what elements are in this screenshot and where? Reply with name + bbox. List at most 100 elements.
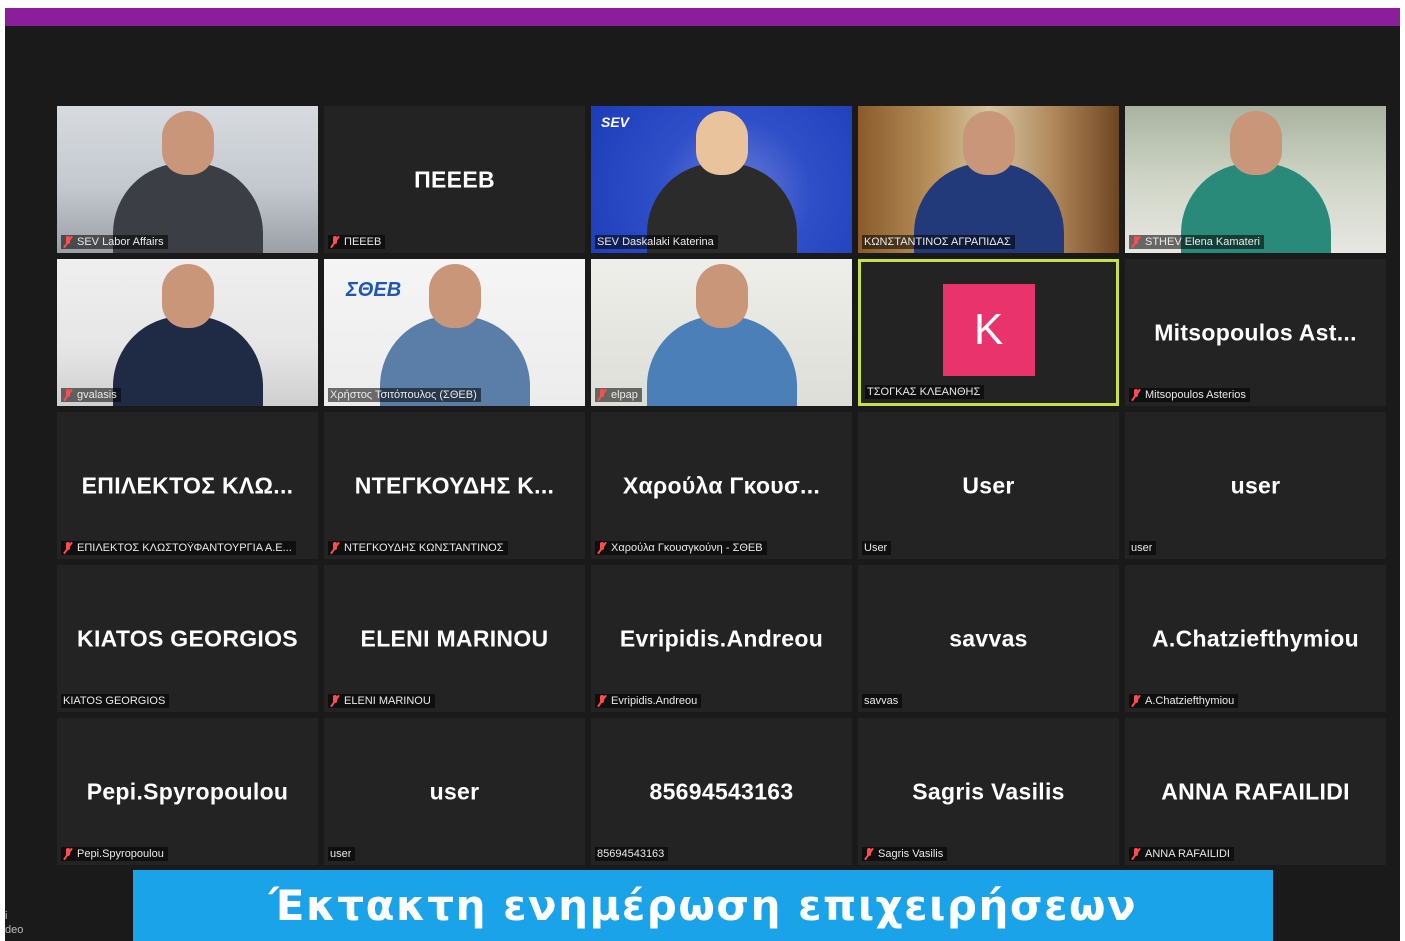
participant-name-label: Evripidis.Andreou <box>595 694 702 708</box>
participant-display-name: Evripidis.Andreou <box>619 625 824 651</box>
participant-name-label: user <box>328 847 356 861</box>
caption-banner: Έκτακτη ενημέρωση επιχειρήσεων <box>133 870 1273 941</box>
participant-display-name: user <box>1230 472 1281 498</box>
participant-name: Χαρούλα Γκουσγκούνη - ΣΘΕΒ <box>611 542 763 554</box>
participant-display-name: ΕΠΙΛΕΚΤΟΣ ΚΛΩ... <box>81 472 294 498</box>
participant-name: Evripidis.Andreou <box>611 695 698 707</box>
participant-tile[interactable]: elpap <box>591 259 852 406</box>
side-text-line-1: i <box>5 910 8 922</box>
participant-tile[interactable]: user user <box>1125 412 1386 559</box>
participant-video: ΣΘΕΒ <box>324 259 585 406</box>
participant-name: user <box>330 848 352 860</box>
mic-muted-icon <box>63 848 73 860</box>
participant-display-name: Sagris Vasilis <box>912 778 1065 804</box>
participant-tile[interactable]: User User <box>858 412 1119 559</box>
mic-muted-icon <box>63 389 73 401</box>
participant-name: ΚΩΝΣΤΑΝΤΙΝΟΣ ΑΓΡΑΠΙΔΑΣ <box>864 236 1011 248</box>
avatar: K <box>942 284 1035 376</box>
mic-muted-icon <box>1131 848 1141 860</box>
participant-name-label: Sagris Vasilis <box>862 847 948 861</box>
mic-muted-icon <box>330 236 340 248</box>
participant-name: KIATOS GEORGIOS <box>63 695 166 707</box>
participant-display-name: A.Chatziefthymiou <box>1152 625 1359 651</box>
participant-name-label: ΝΤΕΓΚΟΥΔΗΣ ΚΩΝΣΤΑΝΤΙΝΟΣ <box>328 541 508 555</box>
participant-name: user <box>1131 542 1153 554</box>
participant-name-label: User <box>862 541 892 555</box>
participant-display-name: ΝΤΕΓΚΟΥΔΗΣ Κ... <box>354 472 555 498</box>
participant-name-label: STHEV Elena Kamateri <box>1129 235 1264 249</box>
person-head <box>428 264 481 328</box>
participant-tile[interactable]: savvas savvas <box>858 565 1119 712</box>
mic-muted-icon <box>330 542 340 554</box>
participant-name: Mitsopoulos Asterios <box>1145 389 1246 401</box>
participant-tile[interactable]: ΚΩΝΣΤΑΝΤΙΝΟΣ ΑΓΡΑΠΙΔΑΣ <box>858 106 1119 253</box>
participant-tile[interactable]: STHEV Elena Kamateri <box>1125 106 1386 253</box>
person-silhouette <box>646 316 797 406</box>
participant-name-label: user <box>1129 541 1157 555</box>
participant-name: ΠΕΕΕΒ <box>344 236 382 248</box>
participant-tile[interactable]: Mitsopoulos Ast... Mitsopoulos Asterios <box>1125 259 1386 406</box>
participant-tile[interactable]: user user <box>324 718 585 865</box>
participant-video <box>57 106 318 253</box>
participant-name: elpap <box>611 389 638 401</box>
participant-tile[interactable]: ELENI MARINOU ELENI MARINOU <box>324 565 585 712</box>
participant-name: User <box>864 542 888 554</box>
participant-tile[interactable]: Pepi.Spyropoulou Pepi.Spyropoulou <box>57 718 318 865</box>
participant-name-label: ΤΣΟΓΚΑΣ ΚΛΕΑΝΘΗΣ <box>865 385 985 399</box>
person-silhouette <box>112 316 263 406</box>
participant-tile[interactable]: KIATOS GEORGIOS KIATOS GEORGIOS <box>57 565 318 712</box>
participant-name: STHEV Elena Kamateri <box>1145 236 1260 248</box>
participant-display-name: user <box>429 778 480 804</box>
participant-tile[interactable]: ΠΕΕΕΒ ΠΕΕΕΒ <box>324 106 585 253</box>
participant-tile[interactable]: ANNA RAFAILIDI ANNA RAFAILIDI <box>1125 718 1386 865</box>
participant-name-label: SEV Daskalaki Katerina <box>595 235 718 249</box>
participant-name-label: Χρήστος Τσιτόπουλος (ΣΘΕΒ) <box>328 388 481 402</box>
person-head <box>695 111 748 175</box>
participant-tile[interactable]: Χαρούλα Γκουσ... Χαρούλα Γκουσγκούνη - ΣΘ… <box>591 412 852 559</box>
participant-name: gvalasis <box>77 389 117 401</box>
participant-name-label: ELENI MARINOU <box>328 694 435 708</box>
participant-display-name: ELENI MARINOU <box>360 625 549 651</box>
participant-name-label: Χαρούλα Γκουσγκούνη - ΣΘΕΒ <box>595 541 767 555</box>
participant-display-name: User <box>962 472 1015 498</box>
participant-name: 85694543163 <box>597 848 665 860</box>
mic-muted-icon <box>1131 389 1141 401</box>
participant-tile[interactable]: gvalasis <box>57 259 318 406</box>
gallery-grid: SEV Labor Affairs ΠΕΕΕΒ ΠΕΕΕΒ SEV SEV Daskal… <box>57 106 1389 865</box>
participant-name: ΝΤΕΓΚΟΥΔΗΣ ΚΩΝΣΤΑΝΤΙΝΟΣ <box>344 542 504 554</box>
side-text-line-2: deo <box>5 924 24 936</box>
participant-name: ELENI MARINOU <box>344 695 431 707</box>
mic-muted-icon <box>597 389 607 401</box>
participant-name-label: savvas <box>862 694 903 708</box>
participant-tile[interactable]: SEV SEV Daskalaki Katerina <box>591 106 852 253</box>
participant-tile[interactable]: SEV Labor Affairs <box>57 106 318 253</box>
participant-tile[interactable]: K ΤΣΟΓΚΑΣ ΚΛΕΑΝΘΗΣ <box>858 259 1119 406</box>
participant-name-label: 85694543163 <box>595 847 669 861</box>
participant-name-label: Mitsopoulos Asterios <box>1129 388 1250 402</box>
participant-name: Χρήστος Τσιτόπουλος (ΣΘΕΒ) <box>330 389 477 401</box>
side-controls-text: i deo <box>5 909 23 937</box>
participant-video: SEV <box>591 106 852 253</box>
participant-name: A.Chatziefthymiou <box>1145 695 1235 707</box>
participant-tile[interactable]: 85694543163 85694543163 <box>591 718 852 865</box>
participant-display-name: ANNA RAFAILIDI <box>1161 778 1350 804</box>
person-head <box>161 264 214 328</box>
participant-tile[interactable]: A.Chatziefthymiou A.Chatziefthymiou <box>1125 565 1386 712</box>
participant-name-label: ΚΩΝΣΤΑΝΤΙΝΟΣ ΑΓΡΑΠΙΔΑΣ <box>862 235 1015 249</box>
sev-logo: SEV <box>601 114 630 130</box>
mic-muted-icon <box>597 542 607 554</box>
participant-name: ANNA RAFAILIDI <box>1145 848 1230 860</box>
mic-muted-icon <box>63 236 73 248</box>
participant-name: SEV Daskalaki Katerina <box>597 236 714 248</box>
participant-name-label: elpap <box>595 388 642 402</box>
participant-tile[interactable]: ΣΘΕΒ Χρήστος Τσιτόπουλος (ΣΘΕΒ) <box>324 259 585 406</box>
top-bar <box>5 8 1400 26</box>
participant-tile[interactable]: Sagris Vasilis Sagris Vasilis <box>858 718 1119 865</box>
person-head <box>962 111 1015 175</box>
participant-display-name: 85694543163 <box>649 778 794 804</box>
participant-tile[interactable]: ΕΠΙΛΕΚΤΟΣ ΚΛΩ... ΕΠΙΛΕΚΤΟΣ ΚΛΩΣΤΟΫΦΑΝΤΟΥΡ… <box>57 412 318 559</box>
participant-tile[interactable]: Evripidis.Andreou Evripidis.Andreou <box>591 565 852 712</box>
participant-tile[interactable]: ΝΤΕΓΚΟΥΔΗΣ Κ... ΝΤΕΓΚΟΥΔΗΣ ΚΩΝΣΤΑΝΤΙΝΟΣ <box>324 412 585 559</box>
person-head <box>695 264 748 328</box>
participant-display-name: Χαρούλα Γκουσ... <box>622 472 821 498</box>
